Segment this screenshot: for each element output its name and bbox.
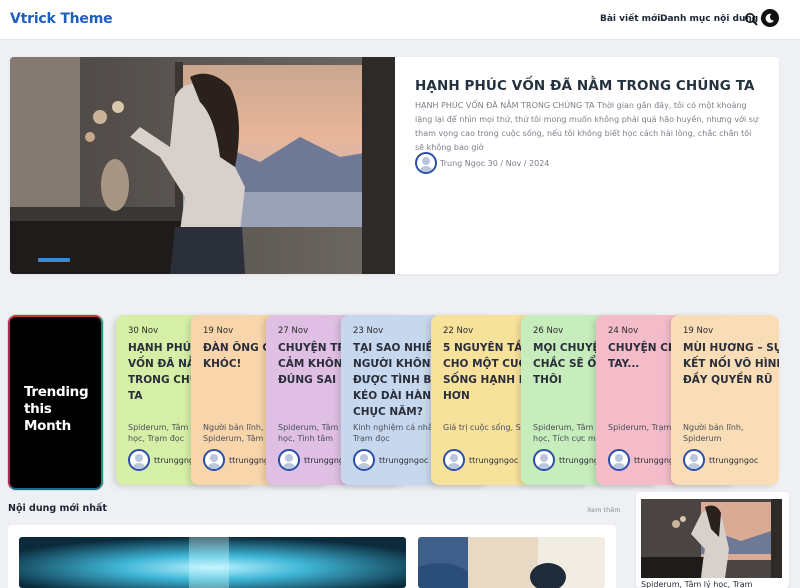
featured-post-meta: Trung Ngọc 30 / Nov / 2024 [415,151,549,175]
latest-posts-panel [8,525,616,588]
author-avatar[interactable] [128,449,150,471]
latest-post-image[interactable] [19,537,406,588]
author-avatar[interactable] [353,449,375,471]
card-date: 24 Nov [608,326,639,336]
card-date: 30 Nov [128,326,159,336]
card-categories: Người bản lĩnh, Spiderum [683,423,744,443]
sidebar-post-card[interactable]: Spiderum, Tâm lý học, Trạm [636,492,789,588]
latest-section-title: Nội dung mới nhất [8,503,107,514]
trending-label: Trending this Month [24,384,89,434]
moon-icon [765,13,774,23]
card-title[interactable]: MÙI HƯƠNG – SỰ KẾT NỐI VÔ HÌNH ĐẦY QUYỀN… [683,340,779,388]
featured-post-excerpt: HẠNH PHÚC VỐN ĐÃ NẰM TRONG CHÚNG TA Thời… [415,101,759,152]
author-avatar[interactable] [278,449,300,471]
card-date: 19 Nov [683,326,714,336]
card-author-name: ttrunggngoc [379,455,429,465]
card-date: 22 Nov [443,326,474,336]
author-avatar[interactable] [533,449,555,471]
author-avatar[interactable] [203,449,225,471]
card-author[interactable]: ttrunggngoc [443,449,518,471]
card-date: 26 Nov [533,326,564,336]
featured-post[interactable]: HẠNH PHÚC VỐN ĐÃ NẰM TRONG CHÚNG TA HẠNH… [10,57,779,274]
dark-mode-toggle[interactable] [761,9,779,27]
card-author-name: ttrunggngoc [469,455,519,465]
search-icon[interactable] [744,12,758,26]
author-avatar[interactable] [415,152,437,174]
author-avatar[interactable] [443,449,465,471]
featured-post-author-date: Trung Ngọc 30 / Nov / 2024 [440,158,550,168]
carousel-indicator[interactable] [38,258,70,262]
nav-new-posts[interactable]: Bài viết mới ⌵ [600,14,668,24]
card-author[interactable]: ttrunggngoc [683,449,758,471]
site-header: Vtrick Theme Bài viết mới ⌵ Danh mục nội … [0,0,800,40]
trending-card[interactable]: 19 Nov MÙI HƯƠNG – SỰ KẾT NỐI VÔ HÌNH ĐẦY… [671,315,779,485]
see-more-link[interactable]: Xem thêm [587,506,621,514]
author-avatar[interactable] [683,449,705,471]
nav-new-posts-label: Bài viết mới [600,14,661,24]
card-date: 19 Nov [203,326,234,336]
trending-label-box: Trending this Month [8,315,103,490]
latest-post-image[interactable] [418,537,605,588]
card-date: 27 Nov [278,326,309,336]
featured-post-image[interactable] [10,57,395,274]
sidebar-post-image[interactable] [641,499,782,578]
site-logo[interactable]: Vtrick Theme [10,11,113,27]
card-author[interactable]: ttrunggngoc [353,449,428,471]
author-avatar[interactable] [608,449,630,471]
card-date: 23 Nov [353,326,384,336]
sidebar-post-categories: Spiderum, Tâm lý học, Trạm [641,580,753,588]
featured-post-title[interactable]: HẠNH PHÚC VỐN ĐÃ NẰM TRONG CHÚNG TA [415,78,755,94]
card-author-name: ttrunggngoc [709,455,759,465]
